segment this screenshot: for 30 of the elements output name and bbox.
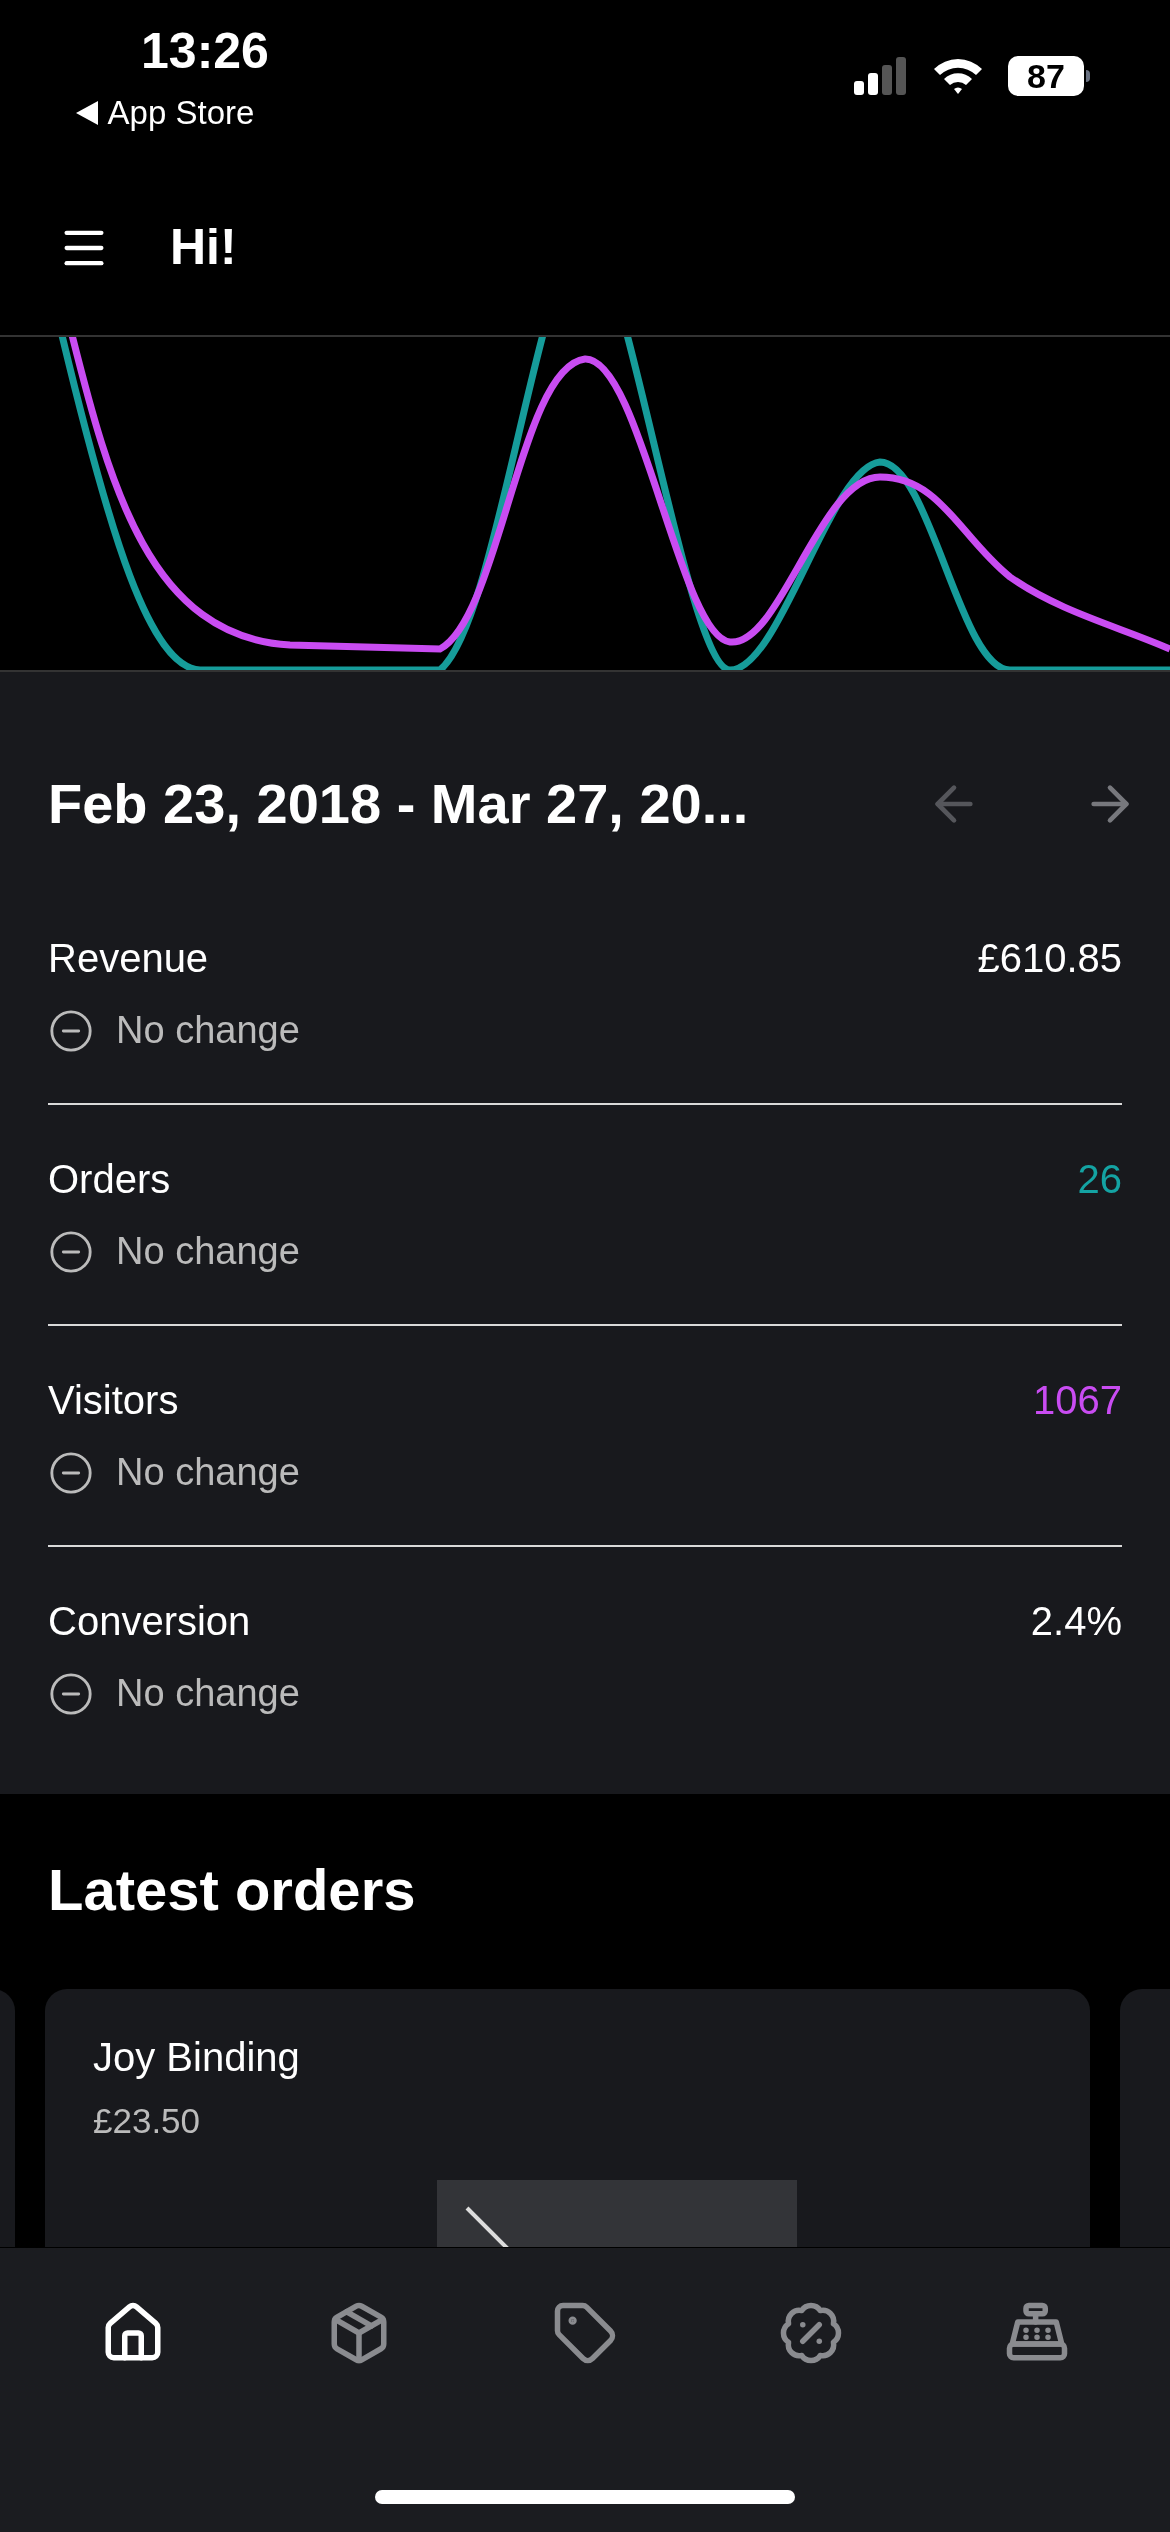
no-change-icon — [48, 1670, 94, 1717]
tag-icon[interactable] — [552, 2300, 618, 2366]
stat-label: Visitors — [48, 1377, 179, 1424]
stat-value: 1067 — [1033, 1377, 1122, 1424]
discount-icon[interactable] — [778, 2300, 844, 2366]
change-text: No change — [116, 1229, 300, 1274]
no-change-icon — [48, 1228, 94, 1275]
signal-icon — [854, 57, 908, 95]
date-range-title: Feb 23, 2018 - Mar 27, 20... — [48, 771, 749, 837]
section-title: Latest orders — [47, 1856, 417, 1924]
order-card[interactable]: Joy Binding £23.50 — [45, 1989, 1090, 2247]
change-text: No change — [116, 1671, 300, 1716]
stat-label: Orders — [48, 1156, 171, 1203]
stat-value: £610.85 — [977, 935, 1122, 982]
wifi-icon — [932, 57, 984, 95]
order-total: £23.50 — [93, 2100, 202, 2142]
battery-indicator: 87 — [1008, 56, 1084, 96]
change-text: No change — [116, 1450, 300, 1495]
greeting-title: Hi! — [170, 218, 237, 277]
stat-label: Revenue — [48, 935, 209, 982]
back-triangle-icon[interactable] — [75, 100, 98, 125]
no-change-icon — [48, 1007, 94, 1054]
no-change-icon — [48, 1449, 94, 1496]
stat-label: Conversion — [48, 1598, 251, 1645]
stat-value: 26 — [1077, 1156, 1122, 1203]
change-text: No change — [116, 1008, 300, 1053]
stat-value: 2.4% — [1030, 1598, 1122, 1645]
back-to-app-link[interactable]: App Store — [107, 88, 255, 138]
status-time: 13:26 — [141, 26, 269, 76]
customer-name: Joy Binding — [93, 2034, 301, 2081]
